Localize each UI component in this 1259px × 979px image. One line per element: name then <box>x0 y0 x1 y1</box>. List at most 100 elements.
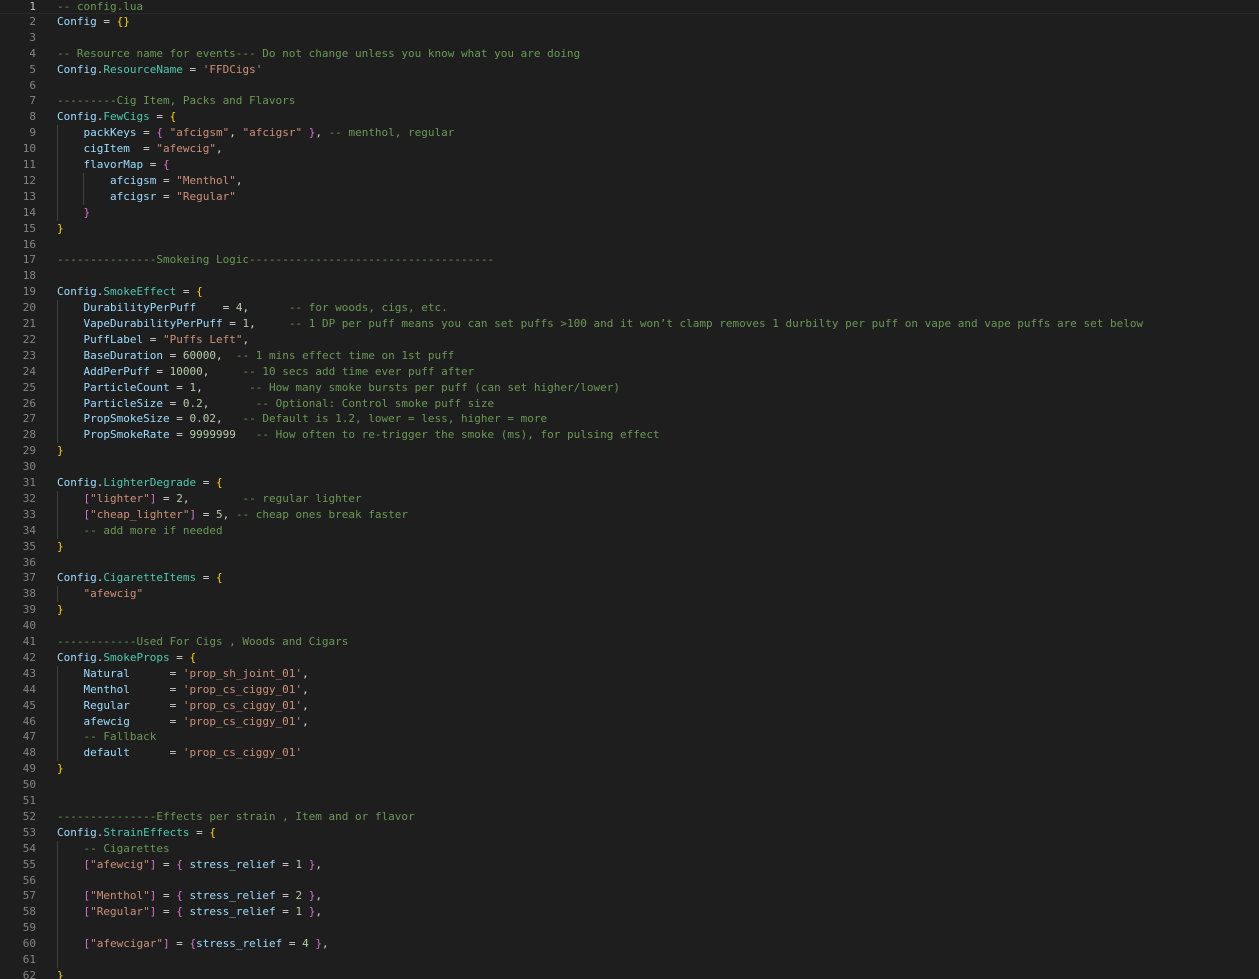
code-line[interactable]: 53 Config.StrainEffects = { <box>0 825 1259 841</box>
code-editor[interactable]: 1 -- config.lua 2 Config = {} 3 4 -- Resource … <box>0 0 1259 979</box>
code-line[interactable]: 60 ["afewcigar"] = {stress_relief = 4 }, <box>0 936 1259 952</box>
code-token: { <box>189 650 197 664</box>
code-line[interactable]: 2 Config = {} <box>0 14 1259 30</box>
code-line[interactable]: 29} <box>0 443 1259 459</box>
code-line[interactable]: 8 Config.FewCigs = { <box>0 109 1259 125</box>
line-number: 40 <box>22 619 36 633</box>
line-number: 6 <box>29 78 36 92</box>
code-token: -- config.lua <box>57 0 144 13</box>
code-line[interactable]: 13 afcigsr = "Regular" <box>0 189 1259 205</box>
code-line[interactable]: 11 flavorMap = { <box>0 157 1259 173</box>
code-line[interactable]: 39} <box>0 602 1259 618</box>
code-token: 5 <box>215 507 223 521</box>
code-line[interactable]: 50 <box>0 777 1259 793</box>
code-line[interactable]: 15} <box>0 221 1259 237</box>
code-line[interactable]: 44 Menthol = 'prop_cs_ciggy_01', <box>0 682 1259 698</box>
code-token: 4 <box>302 937 309 951</box>
code-line[interactable]: 27 PropSmokeSize = 0.02, -- Default is 1… <box>0 411 1259 427</box>
code-line[interactable]: 37 Config.CigaretteItems = { <box>0 570 1259 586</box>
code-line[interactable]: 48 default = 'prop_cs_ciggy_01' <box>0 745 1259 761</box>
code-line[interactable]: 26 ParticleSize = 0.2, -- Optional: Cont… <box>0 396 1259 412</box>
line-code: ["cheap_lighter"] = 5, -- cheap ones bre… <box>57 507 409 523</box>
code-line[interactable]: 47 -- Fallback <box>0 729 1259 745</box>
code-line[interactable]: 12 afcigsm = "Menthol", <box>0 173 1259 189</box>
code-line[interactable]: 16 <box>0 237 1259 253</box>
code-token: -- How often to re-trigger the smoke (ms… <box>255 428 660 442</box>
code-line[interactable]: 28 PropSmokeRate = 9999999 -- How often … <box>0 427 1259 443</box>
code-line[interactable]: 49} <box>0 761 1259 777</box>
code-line[interactable]: 36 <box>0 555 1259 571</box>
code-line[interactable]: 46 afewcig = 'prop_cs_ciggy_01', <box>0 714 1259 730</box>
code-token: { <box>196 285 203 299</box>
code-token: -- Resource name for events--- Do not ch… <box>57 46 581 60</box>
line-code: Regular = 'prop_cs_ciggy_01', <box>57 698 309 714</box>
code-line[interactable]: 20 DurabilityPerPuff = 4, -- for woods, … <box>0 300 1259 316</box>
code-line[interactable]: 35} <box>0 539 1259 555</box>
code-token: FewCigs <box>103 110 150 124</box>
code-token: stress_relief <box>196 937 283 951</box>
code-line[interactable]: 32 ["lighter"] = 2, -- regular lighter <box>0 491 1259 507</box>
code-line[interactable]: 18 <box>0 268 1259 284</box>
code-line[interactable]: 30 <box>0 459 1259 475</box>
code-line[interactable]: 7 ---------Cig Item, Packs and Flavors <box>0 93 1259 109</box>
code-line[interactable]: 14 } <box>0 205 1259 221</box>
code-line[interactable]: 6 <box>0 78 1259 94</box>
code-line[interactable]: 3 <box>0 30 1259 46</box>
code-line[interactable]: 24 AddPerPuff = 10000, -- 10 secs add ti… <box>0 364 1259 380</box>
code-line[interactable]: 58 ["Regular"] = { stress_relief = 1 }, <box>0 904 1259 920</box>
code-line[interactable]: 55 ["afewcig"] = { stress_relief = 1 }, <box>0 857 1259 873</box>
code-line[interactable]: 21 VapeDurabilityPerPuff = 1, -- 1 DP pe… <box>0 316 1259 332</box>
code-line[interactable]: 42 Config.SmokeProps = { <box>0 650 1259 666</box>
line-code: -- Cigarettes <box>57 841 170 857</box>
code-line[interactable]: 1 -- config.lua <box>0 0 1259 14</box>
line-number: 54 <box>22 841 36 855</box>
code-line[interactable]: 62} <box>0 968 1259 979</box>
code-token: -- Fallback <box>83 730 157 744</box>
code-line[interactable]: 61 <box>0 952 1259 968</box>
code-line[interactable]: 31 Config.LighterDegrade = { <box>0 475 1259 491</box>
code-token: = <box>143 158 163 171</box>
code-line[interactable]: 34 -- add more if needed <box>0 523 1259 539</box>
code-line[interactable]: 52 ---------------Effects per strain , It… <box>0 809 1259 825</box>
code-token: = <box>156 889 177 903</box>
line-code: PropSmokeSize = 0.02, -- Default is 1.2,… <box>57 411 548 427</box>
code-token: SmokeEffect <box>103 285 177 299</box>
code-token: "afcigsm" <box>169 126 230 140</box>
code-line[interactable]: 22 PuffLabel = "Puffs Left", <box>0 332 1259 348</box>
code-line[interactable]: 38 "afewcig" <box>0 586 1259 602</box>
code-token: 2 <box>176 491 183 505</box>
line-number: 17 <box>22 253 36 267</box>
code-line[interactable]: 9 packKeys = { "afcigsm", "afcigsr" }, -… <box>0 125 1259 141</box>
code-line[interactable]: 25 ParticleCount = 1, -- How many smoke … <box>0 380 1259 396</box>
code-line[interactable]: 54 -- Cigarettes <box>0 841 1259 857</box>
code-line[interactable]: 59 <box>0 920 1259 936</box>
code-token: = <box>156 173 177 187</box>
code-token: = <box>156 857 177 871</box>
line-code: } <box>57 221 64 237</box>
code-line[interactable]: 17 ---------------Smokeing Logic---------… <box>0 252 1259 268</box>
code-line[interactable]: 40 <box>0 618 1259 634</box>
code-line[interactable]: 57 ["Menthol"] = { stress_relief = 2 }, <box>0 888 1259 904</box>
code-line[interactable]: 19 Config.SmokeEffect = { <box>0 284 1259 300</box>
code-token: 'prop_cs_ciggy_01' <box>182 698 303 712</box>
code-line[interactable]: 56 <box>0 873 1259 889</box>
code-line[interactable]: 45 Regular = 'prop_cs_ciggy_01', <box>0 698 1259 714</box>
code-token: "Menthol" <box>90 889 150 903</box>
code-line[interactable]: 51 <box>0 793 1259 809</box>
code-line[interactable]: 33 ["cheap_lighter"] = 5, -- cheap ones … <box>0 507 1259 523</box>
code-line[interactable]: 23 BaseDuration = 60000, -- 1 mins effec… <box>0 348 1259 364</box>
code-token: {} <box>116 14 130 28</box>
code-token: = <box>129 698 183 712</box>
code-line[interactable]: 4 -- Resource name for events--- Do not c… <box>0 46 1259 62</box>
code-line[interactable]: 41 ------------Used For Cigs , Woods and … <box>0 634 1259 650</box>
code-line[interactable]: 43 Natural = 'prop_sh_joint_01', <box>0 666 1259 682</box>
code-line[interactable]: 5 Config.ResourceName = 'FFDCigs' <box>0 62 1259 78</box>
code-token: , <box>302 666 309 680</box>
code-line[interactable]: 10 cigItem = "afewcig", <box>0 141 1259 157</box>
line-code: } <box>57 602 64 618</box>
